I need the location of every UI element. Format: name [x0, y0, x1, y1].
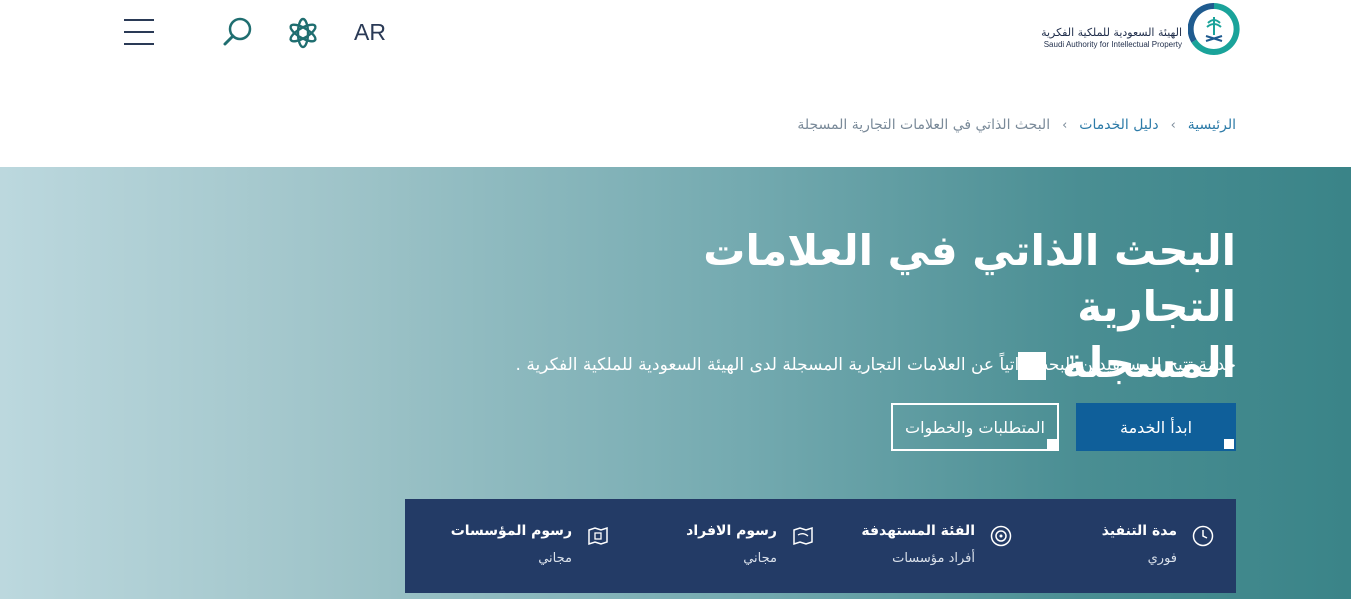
start-service-button[interactable]: ابدأ الخدمة: [1076, 403, 1236, 451]
building-map-icon: [588, 526, 608, 546]
target-icon: [990, 525, 1012, 547]
search-icon: [223, 17, 252, 46]
breadcrumb-services[interactable]: دليل الخدمات: [1079, 117, 1158, 133]
hero-section: البحث الذاتي في العلامات التجارية المسجل…: [0, 167, 1351, 599]
start-service-label: ابدأ الخدمة: [1119, 417, 1193, 437]
accessibility-icon: [289, 17, 317, 49]
breadcrumb-current: البحث الذاتي في العلامات التجارية المسجل…: [797, 117, 1051, 133]
service-description: خدمة تتيح للمستفيدين البحث ذاتياً عن الع…: [515, 355, 1236, 375]
menu-bar: [124, 43, 154, 45]
map-icon: [793, 526, 813, 546]
info-item-duration: مدة التنفيذ فوري: [1085, 519, 1215, 579]
saip-logo-icon: [1188, 3, 1240, 55]
service-info-panel: مدة التنفيذ فوري الفئة المستهدفة أفراد م…: [405, 499, 1236, 593]
info-item-target: الفئة المستهدفة أفراد مؤسسات: [861, 519, 1013, 579]
info-value: مجاني: [538, 551, 572, 566]
breadcrumb: الرئيسية › دليل الخدمات › البحث الذاتي ف…: [797, 117, 1236, 133]
info-value: مجاني: [743, 551, 777, 566]
info-label: الفئة المستهدفة: [861, 523, 975, 539]
breadcrumb-separator: ›: [1170, 117, 1176, 133]
info-label: رسوم المؤسسات: [450, 523, 572, 539]
language-toggle[interactable]: AR: [354, 19, 386, 46]
info-item-institution-fees: رسوم المؤسسات مجاني: [451, 519, 610, 579]
button-corner-decoration: [1047, 439, 1057, 449]
logo[interactable]: الهيئة السعودية للملكية الفكرية Saudi Au…: [1020, 3, 1240, 57]
site-header: AR الهيئة السعودية للملكية الفكرية Saudi…: [0, 0, 1351, 66]
menu-bar: [124, 19, 154, 21]
clock-icon: [1192, 525, 1214, 547]
requirements-button[interactable]: المتطلبات والخطوات: [891, 403, 1059, 451]
search-button[interactable]: [220, 14, 256, 50]
button-corner-decoration: [1224, 439, 1234, 449]
info-item-individual-fees: رسوم الافراد مجاني: [685, 519, 815, 579]
title-line-1: البحث الذاتي في العلامات التجارية: [703, 226, 1236, 331]
breadcrumb-home[interactable]: الرئيسية: [1188, 117, 1236, 133]
logo-name-en: Saudi Authority for Intellectual Propert…: [1043, 40, 1182, 49]
requirements-label: المتطلبات والخطوات: [905, 417, 1045, 437]
logo-name-ar: الهيئة السعودية للملكية الفكرية: [1041, 26, 1182, 39]
breadcrumb-separator: ›: [1062, 117, 1068, 133]
info-value: أفراد مؤسسات: [892, 551, 975, 566]
info-label: مدة التنفيذ: [1101, 523, 1177, 539]
info-label: رسوم الافراد: [686, 523, 777, 539]
menu-button[interactable]: [124, 17, 156, 47]
menu-bar: [124, 31, 154, 33]
accessibility-button[interactable]: [286, 16, 320, 50]
info-value: فوري: [1147, 551, 1177, 566]
